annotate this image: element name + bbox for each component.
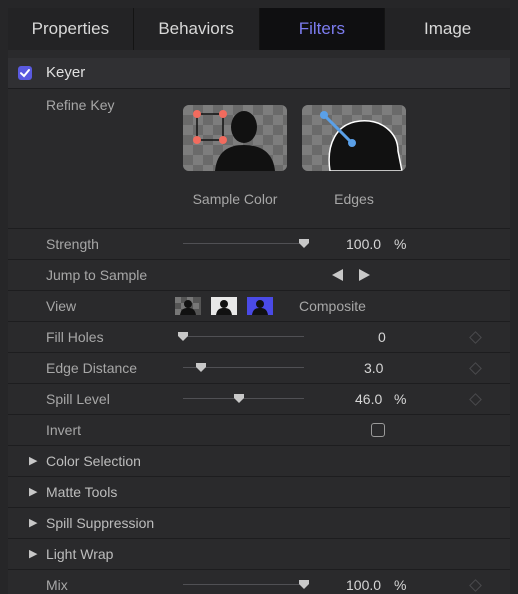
view-matte-icon[interactable]: [175, 297, 201, 315]
tab-image[interactable]: Image: [385, 8, 510, 50]
view-composite-icon[interactable]: [247, 297, 273, 315]
fill-holes-slider-thumb[interactable]: [178, 332, 188, 341]
inspector-panel: Properties Behaviors Filters Image Keyer…: [8, 8, 510, 594]
strength-slider-thumb[interactable]: [299, 239, 309, 248]
edge-distance-value[interactable]: 3.0: [364, 353, 383, 383]
disclosure-triangle-icon[interactable]: ▶: [29, 508, 37, 538]
spill-level-slider-thumb[interactable]: [233, 394, 244, 403]
param-label: Edge Distance: [46, 360, 138, 376]
edges-icon: [302, 105, 406, 171]
param-label: Jump to Sample: [46, 267, 148, 283]
group-matte-tools[interactable]: ▶ Matte Tools: [8, 477, 510, 508]
param-row-strength: Strength 100.0 %: [8, 229, 510, 260]
previous-triangle-icon[interactable]: [332, 269, 344, 281]
filter-name: Keyer: [46, 64, 86, 81]
param-row-view: View Composite: [8, 291, 510, 322]
spill-level-unit: %: [394, 391, 407, 407]
keyframe-icon[interactable]: [469, 579, 482, 592]
edges-button[interactable]: [302, 105, 406, 171]
refine-key-section: Refine Key Sample Color Edges: [8, 89, 510, 229]
tab-behaviors[interactable]: Behaviors: [133, 8, 260, 50]
param-label: Fill Holes: [46, 329, 104, 345]
edge-distance-slider-thumb[interactable]: [196, 363, 207, 372]
disclosure-triangle-icon[interactable]: ▶: [29, 477, 37, 507]
param-label: Spill Level: [46, 391, 110, 407]
param-row-invert: Invert: [8, 415, 510, 446]
keyframe-icon[interactable]: [469, 362, 482, 375]
view-original-icon[interactable]: [211, 297, 237, 315]
param-row-spill-level: Spill Level 46.0 %: [8, 384, 510, 415]
group-label: Spill Suppression: [46, 515, 155, 531]
param-row-jump-to-sample: Jump to Sample: [8, 260, 510, 291]
mix-slider-track[interactable]: [183, 584, 304, 585]
mix-unit: %: [394, 577, 407, 593]
sample-color-label: Sample Color: [192, 191, 278, 207]
tab-filters[interactable]: Filters: [259, 8, 386, 50]
fill-holes-slider-track[interactable]: [183, 336, 304, 337]
sample-color-icon: [183, 105, 287, 171]
inspector-tabs: Properties Behaviors Filters Image: [8, 8, 510, 50]
next-triangle-icon[interactable]: [358, 269, 370, 281]
edges-label: Edges: [334, 191, 374, 207]
strength-value[interactable]: 100.0: [346, 229, 381, 259]
invert-checkbox[interactable]: [371, 423, 385, 437]
mix-value[interactable]: 100.0: [346, 570, 381, 594]
keyframe-icon[interactable]: [469, 331, 482, 344]
keyframe-icon[interactable]: [469, 393, 482, 406]
group-color-selection[interactable]: ▶ Color Selection: [8, 446, 510, 477]
disclosure-triangle-icon[interactable]: ▶: [29, 539, 37, 569]
group-label: Color Selection: [46, 453, 141, 469]
strength-unit: %: [394, 236, 407, 252]
strength-slider-track[interactable]: [183, 243, 304, 244]
param-label: View: [46, 298, 77, 314]
param-label: Mix: [46, 577, 68, 593]
view-mode-value: Composite: [299, 298, 366, 314]
mix-slider-thumb[interactable]: [299, 580, 309, 589]
checkbox-checked-icon[interactable]: [18, 66, 32, 80]
param-label: Strength: [46, 236, 99, 252]
spill-level-value[interactable]: 46.0: [355, 384, 382, 414]
fill-holes-value[interactable]: 0: [378, 322, 386, 352]
param-label: Invert: [46, 422, 82, 438]
group-label: Light Wrap: [46, 546, 114, 562]
group-label: Matte Tools: [46, 484, 118, 500]
filter-header-keyer: Keyer: [8, 58, 510, 89]
group-spill-suppression[interactable]: ▶ Spill Suppression: [8, 508, 510, 539]
tab-properties[interactable]: Properties: [8, 8, 134, 50]
param-row-edge-distance: Edge Distance 3.0: [8, 353, 510, 384]
group-light-wrap[interactable]: ▶ Light Wrap: [8, 539, 510, 570]
refine-key-label: Refine Key: [46, 97, 115, 113]
disclosure-triangle-icon[interactable]: ▶: [29, 446, 37, 476]
param-row-fill-holes: Fill Holes 0: [8, 322, 510, 353]
sample-color-button[interactable]: [183, 105, 287, 171]
param-row-mix: Mix 100.0 %: [8, 570, 510, 594]
